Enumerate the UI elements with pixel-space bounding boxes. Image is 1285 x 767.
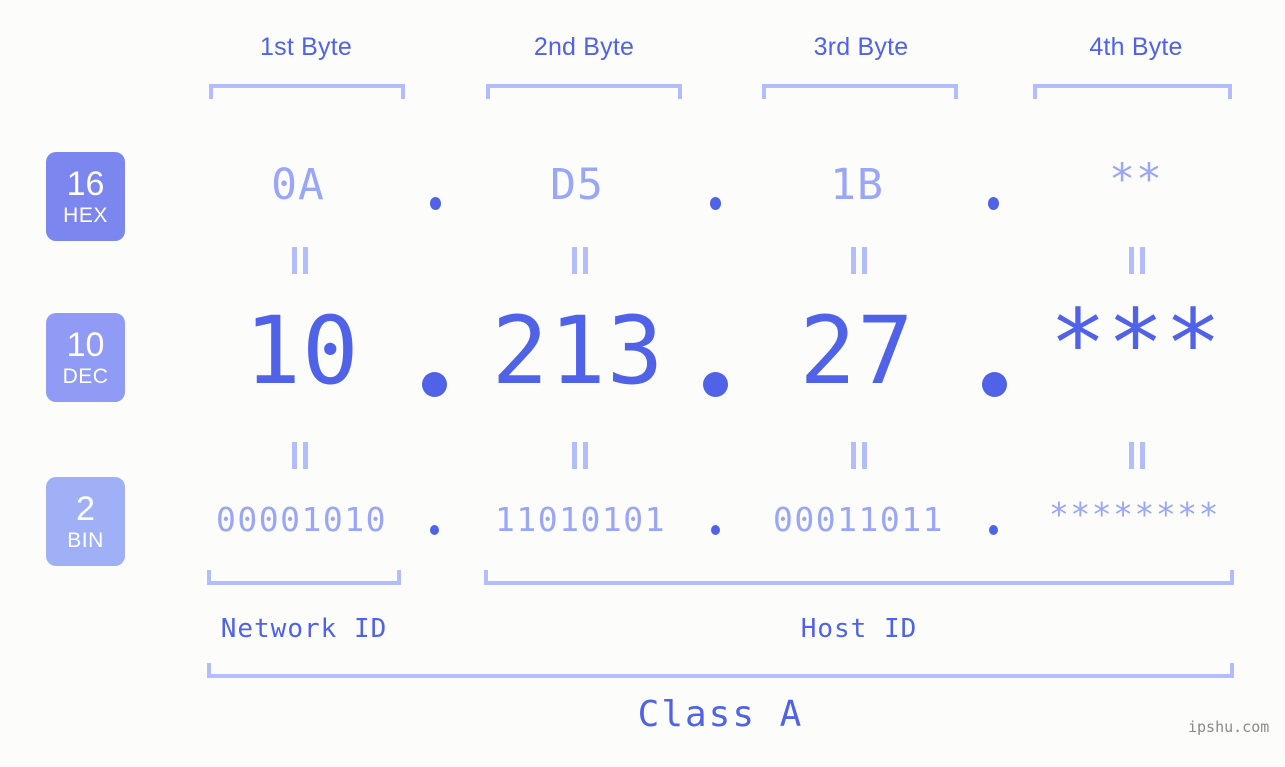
host-id-bracket (484, 570, 1234, 585)
equals-connector-4 (1127, 247, 1147, 274)
base-badge-hex-label: HEX (63, 204, 108, 227)
network-id-bracket (207, 570, 401, 585)
bin-byte-1: 00001010 (216, 500, 387, 539)
byte-bracket-2 (486, 84, 682, 99)
host-id-label: Host ID (800, 614, 918, 644)
dec-separator-dot-1 (422, 372, 447, 397)
base-badge-hex: 16 HEX (46, 152, 125, 241)
bin-byte-2: 11010101 (495, 500, 666, 539)
byte-header-2: 2nd Byte (533, 33, 635, 61)
site-watermark: ipshu.com (1188, 718, 1270, 736)
ip-address-breakdown-diagram: 1st Byte 2nd Byte 3rd Byte 4th Byte 16 H… (0, 0, 1285, 767)
hex-separator-dot-1 (430, 197, 441, 210)
bin-separator-dot-2 (711, 525, 720, 535)
dec-byte-3: 27 (799, 297, 915, 406)
equals-connector-1 (290, 247, 310, 274)
hex-byte-3: 1B (830, 160, 884, 210)
bin-byte-3: 00011011 (773, 500, 944, 539)
base-badge-bin-label: BIN (67, 529, 104, 552)
hex-byte-2: D5 (550, 160, 604, 210)
equals-connector-2 (570, 247, 590, 274)
class-label: Class A (637, 694, 804, 735)
hex-byte-1: 0A (271, 160, 325, 210)
dec-separator-dot-2 (703, 372, 728, 397)
bin-byte-4: ******** (1049, 495, 1220, 534)
class-bracket (207, 663, 1234, 678)
byte-header-3: 3rd Byte (813, 33, 909, 61)
byte-bracket-3 (762, 84, 958, 99)
dec-byte-2: 213 (491, 297, 665, 406)
dec-separator-dot-3 (982, 372, 1007, 397)
base-badge-dec-number: 10 (66, 326, 105, 364)
byte-bracket-1 (209, 84, 405, 99)
hex-separator-dot-2 (710, 197, 721, 210)
bin-separator-dot-3 (989, 525, 998, 535)
equals-connector-3 (849, 247, 869, 274)
base-badge-dec: 10 DEC (46, 313, 125, 402)
dec-byte-4: *** (1049, 290, 1223, 399)
network-id-label: Network ID (220, 614, 388, 644)
byte-header-4: 4th Byte (1089, 33, 1183, 61)
equals-connector-7 (849, 442, 869, 469)
byte-header-1: 1st Byte (260, 33, 352, 61)
bin-separator-dot-1 (430, 525, 439, 535)
equals-connector-6 (570, 442, 590, 469)
equals-connector-5 (290, 442, 310, 469)
base-badge-hex-number: 16 (66, 165, 105, 203)
base-badge-bin: 2 BIN (46, 477, 125, 566)
hex-byte-4: ** (1109, 155, 1163, 205)
dec-byte-1: 10 (244, 297, 360, 406)
base-badge-dec-label: DEC (62, 365, 109, 388)
byte-bracket-4 (1033, 84, 1232, 99)
equals-connector-8 (1127, 442, 1147, 469)
hex-separator-dot-3 (988, 197, 999, 210)
base-badge-bin-number: 2 (76, 490, 95, 528)
